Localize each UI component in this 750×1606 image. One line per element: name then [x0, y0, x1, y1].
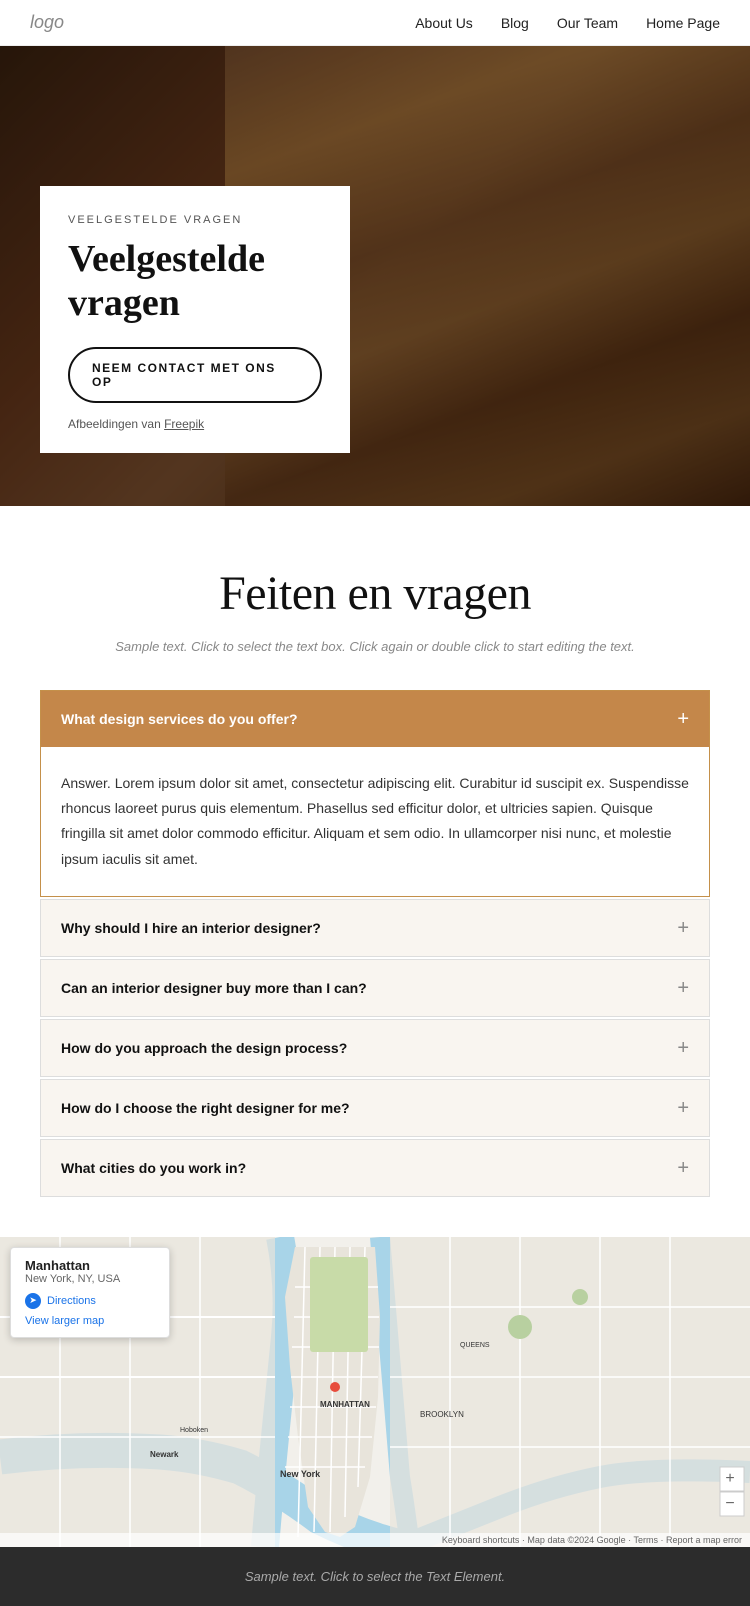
faq-toggle-1: + — [677, 918, 689, 938]
main-content: Feiten en vragen Sample text. Click to s… — [0, 506, 750, 1197]
faq-question-0: What design services do you offer? — [61, 711, 298, 727]
svg-text:Newark: Newark — [150, 1450, 179, 1459]
hero-section: VEELGESTELDE VRAGEN Veelgestelde vragen … — [0, 46, 750, 506]
faq-item-4[interactable]: How do I choose the right designer for m… — [40, 1079, 710, 1137]
map-attribution: Keyboard shortcuts · Map data ©2024 Goog… — [0, 1533, 750, 1547]
hero-label: VEELGESTELDE VRAGEN — [68, 214, 322, 226]
svg-text:BROOKLYN: BROOKLYN — [420, 1410, 464, 1419]
hero-credit: Afbeeldingen van Freepik — [68, 417, 322, 431]
faq-container: What design services do you offer? + Ans… — [40, 690, 710, 1197]
faq-question-2: Can an interior designer buy more than I… — [61, 980, 367, 996]
faq-question-3: How do you approach the design process? — [61, 1040, 347, 1056]
faq-question-1: Why should I hire an interior designer? — [61, 920, 321, 936]
faq-toggle-2: + — [677, 978, 689, 998]
hero-title: Veelgestelde vragen — [68, 238, 322, 325]
faq-item-2[interactable]: Can an interior designer buy more than I… — [40, 959, 710, 1017]
nav-about[interactable]: About Us — [415, 15, 473, 31]
svg-text:QUEENS: QUEENS — [460, 1342, 490, 1349]
hero-credit-link[interactable]: Freepik — [164, 417, 204, 431]
faq-header-2[interactable]: Can an interior designer buy more than I… — [41, 960, 709, 1016]
faq-item-5[interactable]: What cities do you work in? + — [40, 1139, 710, 1197]
faq-header-1[interactable]: Why should I hire an interior designer? … — [41, 900, 709, 956]
map-popup: Manhattan New York, NY, USA ➤ Directions… — [10, 1247, 170, 1338]
logo: logo — [30, 12, 64, 33]
faq-item-3[interactable]: How do you approach the design process? … — [40, 1019, 710, 1077]
faq-toggle-5: + — [677, 1158, 689, 1178]
faq-toggle-3: + — [677, 1038, 689, 1058]
map-popup-location: New York, NY, USA — [25, 1273, 155, 1285]
nav-links: About Us Blog Our Team Home Page — [415, 15, 720, 31]
section-subtitle: Sample text. Click to select the text bo… — [40, 639, 710, 654]
nav-blog[interactable]: Blog — [501, 15, 529, 31]
view-larger-map-link[interactable]: View larger map — [25, 1315, 155, 1327]
map-section: MANHATTAN Hoboken Newark New York BROOKL… — [0, 1237, 750, 1547]
nav-home[interactable]: Home Page — [646, 15, 720, 31]
faq-toggle-0: + — [677, 709, 689, 729]
navbar: logo About Us Blog Our Team Home Page — [0, 0, 750, 46]
faq-item-0[interactable]: What design services do you offer? + Ans… — [40, 690, 710, 897]
faq-header-5[interactable]: What cities do you work in? + — [41, 1140, 709, 1196]
map-popup-title: Manhattan — [25, 1258, 155, 1273]
section-title: Feiten en vragen — [40, 566, 710, 621]
footer-text: Sample text. Click to select the Text El… — [40, 1569, 710, 1584]
svg-text:−: − — [725, 1495, 734, 1512]
faq-answer-0: Answer. Lorem ipsum dolor sit amet, cons… — [41, 747, 709, 896]
svg-text:MANHATTAN: MANHATTAN — [320, 1400, 370, 1409]
hero-cta-button[interactable]: NEEM CONTACT MET ONS OP — [68, 347, 322, 403]
map-directions-button[interactable]: ➤ Directions — [25, 1293, 155, 1309]
faq-item-1[interactable]: Why should I hire an interior designer? … — [40, 899, 710, 957]
faq-header-4[interactable]: How do I choose the right designer for m… — [41, 1080, 709, 1136]
faq-header-3[interactable]: How do you approach the design process? … — [41, 1020, 709, 1076]
directions-icon: ➤ — [25, 1293, 41, 1309]
faq-question-4: How do I choose the right designer for m… — [61, 1100, 350, 1116]
footer: Sample text. Click to select the Text El… — [0, 1547, 750, 1606]
faq-question-5: What cities do you work in? — [61, 1160, 246, 1176]
svg-text:+: + — [725, 1470, 734, 1487]
svg-text:Hoboken: Hoboken — [180, 1427, 208, 1434]
faq-header-0[interactable]: What design services do you offer? + — [41, 691, 709, 747]
nav-team[interactable]: Our Team — [557, 15, 618, 31]
svg-text:New York: New York — [280, 1469, 321, 1479]
hero-content-box: VEELGESTELDE VRAGEN Veelgestelde vragen … — [40, 186, 350, 453]
faq-toggle-4: + — [677, 1098, 689, 1118]
